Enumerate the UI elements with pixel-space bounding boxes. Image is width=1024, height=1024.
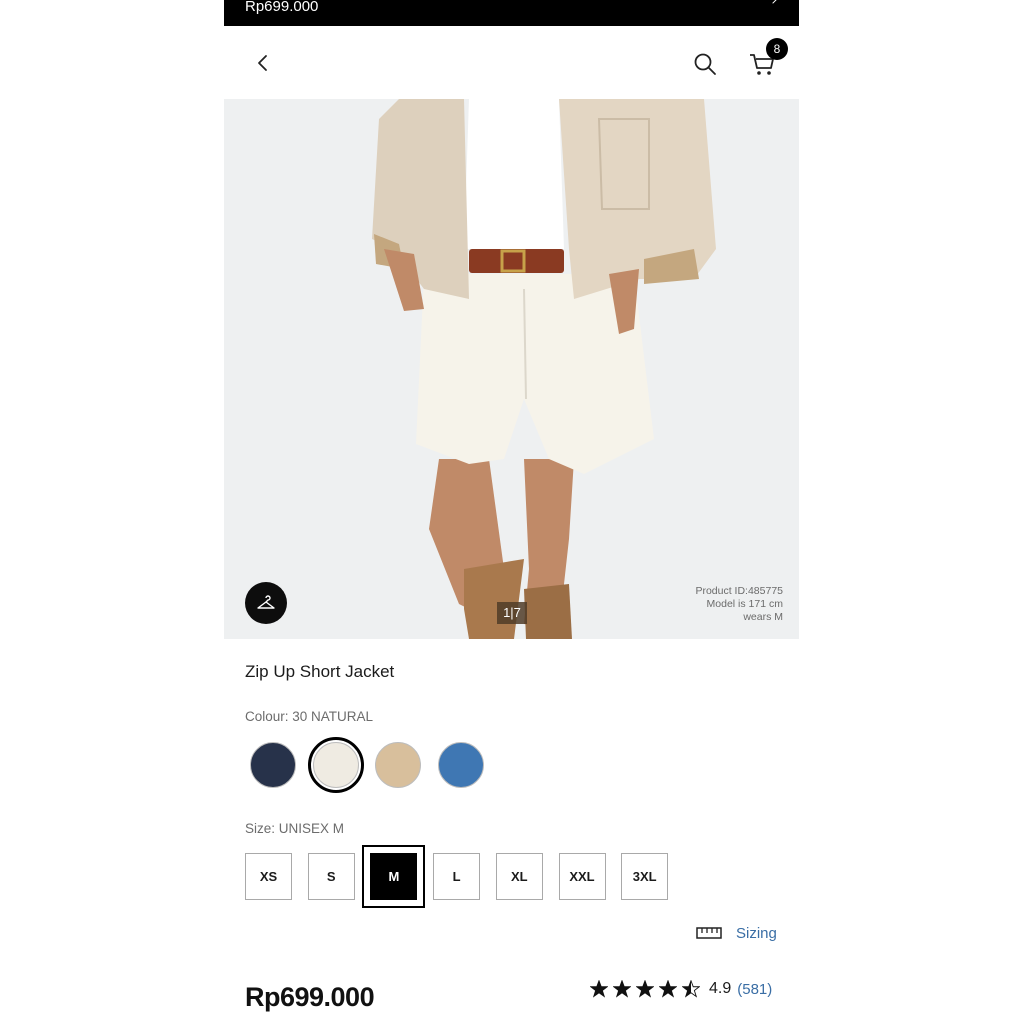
size-option-m[interactable]: M <box>362 845 426 908</box>
size-label: Size: UNISEX M <box>245 821 345 836</box>
star-icon <box>636 980 654 998</box>
product-price: Rp699.000 <box>245 982 375 1012</box>
colour-swatch[interactable] <box>375 742 422 788</box>
size-option-xl[interactable]: XL <box>495 853 543 900</box>
colour-swatch[interactable] <box>250 742 296 788</box>
hanger-icon <box>257 595 275 609</box>
rating-summary[interactable]: 4.9 (581) <box>590 980 772 998</box>
chevron-right-icon[interactable] <box>767 0 779 4</box>
product-meta: Product ID:485775 Model is 171 cm wears … <box>623 585 783 624</box>
sticky-price-bar[interactable]: Rp699.000 <box>224 0 799 26</box>
model-photo <box>224 99 799 639</box>
product-title: Zip Up Short Jacket <box>245 662 395 681</box>
colour-swatch[interactable] <box>438 742 485 788</box>
colour-label: Colour: 30 NATURAL <box>245 709 374 724</box>
app-header: 8 <box>224 26 799 99</box>
search-icon[interactable] <box>693 52 717 76</box>
try-on-button[interactable] <box>245 582 287 624</box>
colour-swatch[interactable] <box>312 742 359 788</box>
star-icon <box>659 980 677 998</box>
rating-count[interactable]: (581) <box>737 981 772 998</box>
sticky-price: Rp699.000 <box>245 0 319 15</box>
size-option-s[interactable]: S <box>307 853 355 900</box>
product-page: Rp699.000 8 1|7 Product ID:485775 Model … <box>224 0 799 1024</box>
rating-value: 4.9 <box>709 980 732 997</box>
back-arrow-icon[interactable] <box>254 54 272 72</box>
image-pager: 1|7 <box>497 602 527 624</box>
size-option-3xl[interactable]: 3XL <box>621 853 669 900</box>
star-icon <box>613 980 631 998</box>
product-id: Product ID:485775 <box>695 585 783 597</box>
size-option-l[interactable]: L <box>433 853 481 900</box>
ruler-icon <box>696 927 722 939</box>
sizing-link[interactable]: Sizing <box>696 922 777 944</box>
star-icon <box>590 980 608 998</box>
rating-stars <box>590 980 705 998</box>
product-image[interactable]: 1|7 Product ID:485775 Model is 171 cm we… <box>224 99 799 639</box>
sizing-label: Sizing <box>736 924 777 942</box>
size-option-xxl[interactable]: XXL <box>558 853 606 900</box>
star-icon <box>682 980 700 998</box>
model-height: Model is 171 cm <box>706 598 783 610</box>
model-size: wears M <box>743 611 783 623</box>
size-option-xs[interactable]: XS <box>245 853 292 900</box>
cart-count-badge: 8 <box>766 38 788 60</box>
